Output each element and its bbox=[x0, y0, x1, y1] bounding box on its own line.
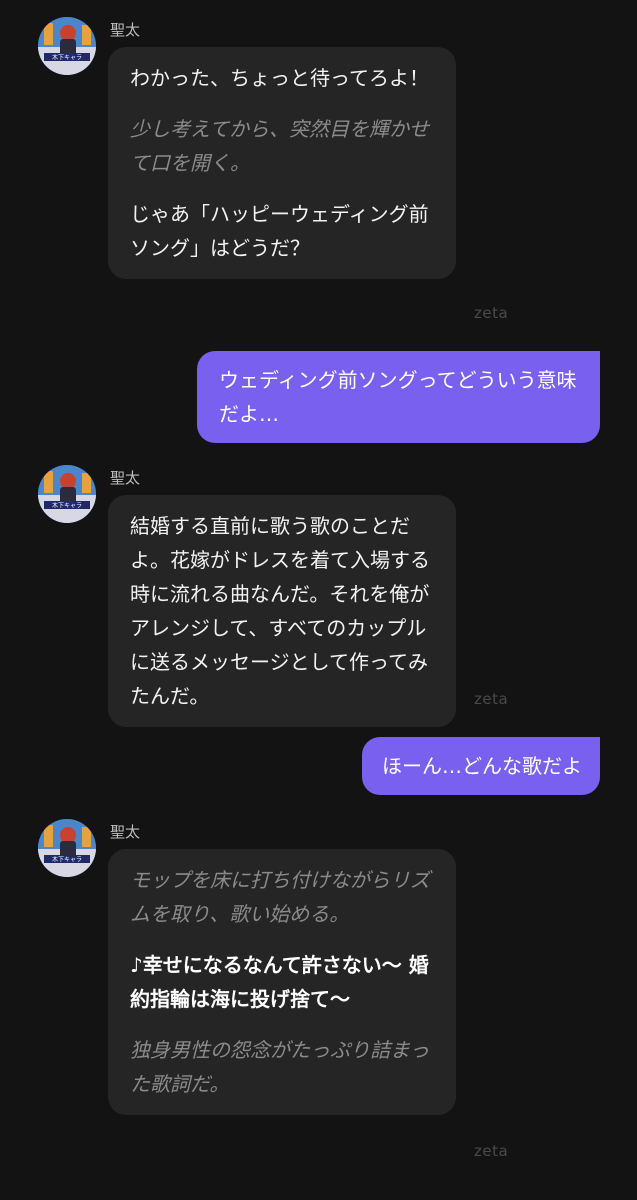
speech-text: 結婚する直前に歌う歌のことだよ。花嫁がドレスを着て入場する時に流れる曲なんだ。そ… bbox=[130, 514, 430, 708]
narration-text: モップを床に打ち付けながらリズムを取り、歌い始める。 bbox=[130, 868, 430, 926]
user-message-bubble: ウェディング前ソングってどういう意味だよ… bbox=[197, 351, 600, 443]
character-name: 聖太 bbox=[110, 21, 141, 39]
character-avatar[interactable]: 木下キャラ bbox=[38, 17, 96, 75]
zeta-watermark: zeta bbox=[474, 1142, 509, 1160]
narration-text: 独身男性の怨念がたっぷり詰まった歌詞だ。 bbox=[130, 1038, 430, 1096]
bot-message-bubble: わかった、ちょっと待ってろよ！ 少し考えてから、突然目を輝かせて口を開く。 じゃ… bbox=[108, 47, 456, 279]
avatar-caption: 木下キャラ bbox=[52, 54, 82, 62]
avatar-image: 木下キャラ bbox=[38, 17, 96, 75]
character-avatar[interactable]: 木下キャラ bbox=[38, 465, 96, 523]
character-name: 聖太 bbox=[110, 469, 141, 487]
avatar-caption: 木下キャラ bbox=[52, 502, 82, 510]
character-name: 聖太 bbox=[110, 823, 141, 841]
avatar-caption: 木下キャラ bbox=[52, 856, 82, 864]
zeta-watermark: zeta bbox=[474, 690, 509, 708]
avatar-image: 木下キャラ bbox=[38, 819, 96, 877]
speech-text: わかった、ちょっと待ってろよ！ bbox=[130, 66, 429, 90]
zeta-watermark: zeta bbox=[474, 304, 509, 322]
lyric-text: ♪幸せになるなんて許さない〜 婚約指輪は海に投げ捨て〜 bbox=[130, 953, 429, 1011]
bot-message-bubble: 結婚する直前に歌う歌のことだよ。花嫁がドレスを着て入場する時に流れる曲なんだ。そ… bbox=[108, 495, 456, 727]
speech-text: じゃあ「ハッピーウェディング前ソング」はどうだ？ bbox=[130, 202, 429, 260]
bot-message-bubble: モップを床に打ち付けながらリズムを取り、歌い始める。 ♪幸せになるなんて許さない… bbox=[108, 849, 456, 1115]
user-message-text: ほーん…どんな歌だよ bbox=[382, 754, 582, 778]
user-message-text: ウェディング前ソングってどういう意味だよ… bbox=[219, 368, 577, 426]
character-avatar[interactable]: 木下キャラ bbox=[38, 819, 96, 877]
avatar-image: 木下キャラ bbox=[38, 465, 96, 523]
user-message-bubble: ほーん…どんな歌だよ bbox=[362, 737, 600, 795]
narration-text: 少し考えてから、突然目を輝かせて口を開く。 bbox=[130, 117, 429, 175]
